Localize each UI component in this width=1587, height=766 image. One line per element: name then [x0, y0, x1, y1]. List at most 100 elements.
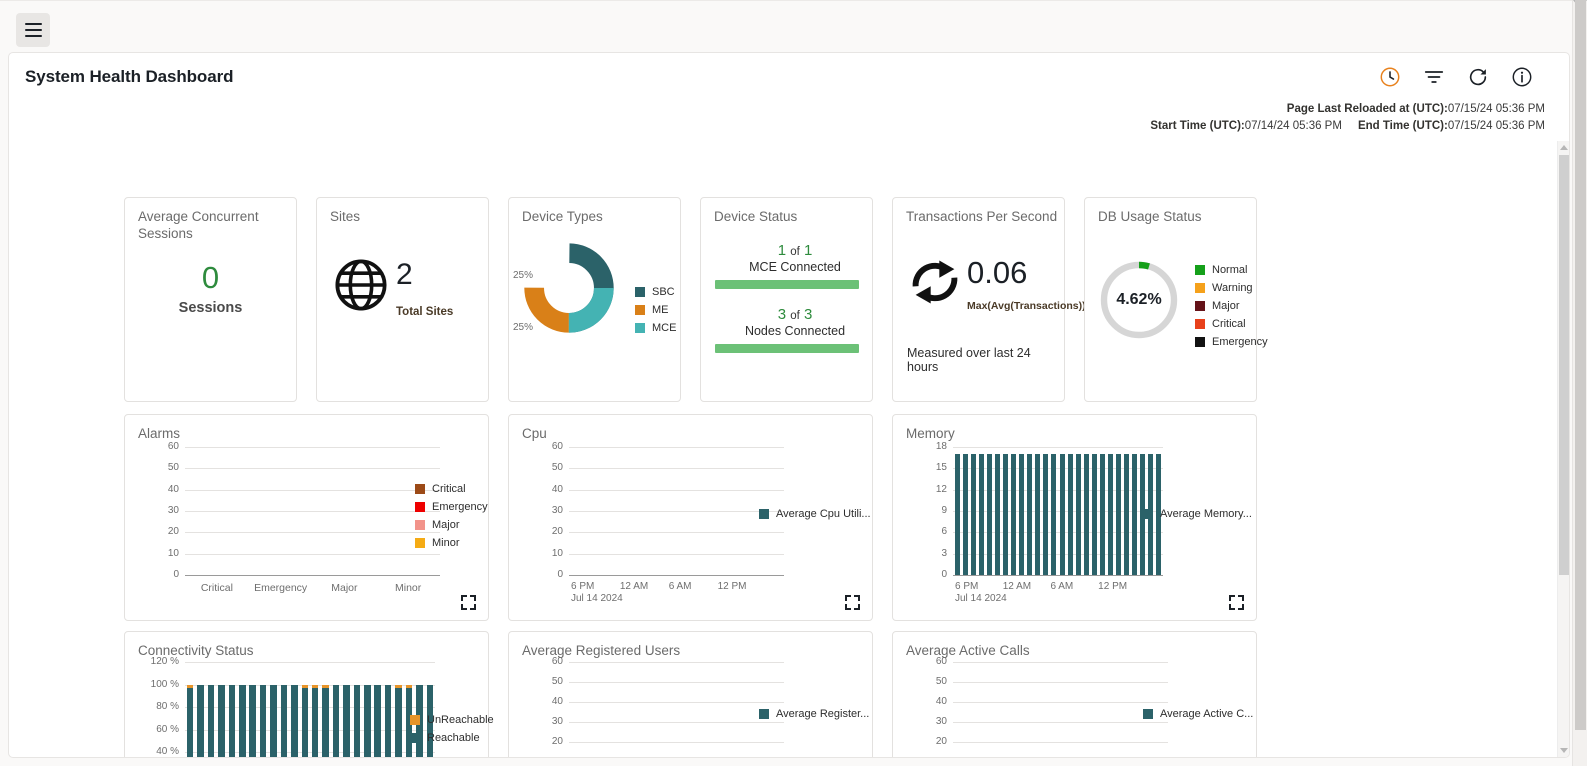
legend-label: Warning — [1212, 282, 1253, 294]
top-bar — [0, 0, 1578, 58]
chart-bar — [1067, 454, 1073, 575]
device-status-row-mce: 1 of 1 MCE Connected — [715, 242, 875, 289]
filter-icon[interactable] — [1423, 66, 1445, 88]
grid-line — [953, 742, 1168, 743]
y-axis-tick-label: 40 — [551, 483, 563, 495]
scroll-up-arrow[interactable] — [1560, 145, 1568, 150]
y-axis-tick-label: 30 — [551, 505, 563, 516]
clock-history-icon[interactable] — [1379, 66, 1401, 88]
chart-bar — [364, 684, 371, 757]
legend-swatch — [759, 509, 769, 519]
alarms-legend: Critical Emergency Major Minor — [415, 483, 488, 555]
legend-swatch — [759, 709, 769, 719]
chart-bar — [1011, 454, 1017, 575]
legend-label: Major — [1212, 300, 1240, 312]
grid-line — [569, 575, 784, 576]
legend-swatch — [1143, 709, 1153, 719]
expand-icon[interactable] — [461, 595, 476, 610]
chart-bar — [1027, 454, 1033, 575]
y-axis-tick-label: 30 — [935, 716, 947, 727]
hamburger-icon[interactable] — [16, 13, 50, 47]
legend-label: Reachable — [427, 732, 480, 744]
chart-bar — [311, 687, 319, 757]
legend-swatch — [415, 484, 425, 494]
chart-bar — [1107, 454, 1113, 575]
card-alarms[interactable]: Alarms 0 10 20 30 40 50 60 Critical Emergency Maj… — [124, 414, 489, 621]
y-axis-tick-label: 40 — [551, 696, 563, 707]
content-scrollbar[interactable] — [1557, 141, 1569, 757]
expand-icon[interactable] — [845, 595, 860, 610]
card-db-usage-status[interactable]: DB Usage Status 4.62% Normal Warning Maj… — [1084, 197, 1268, 402]
start-time-label: Start Time (UTC): — [1150, 120, 1245, 132]
card-average-concurrent-sessions[interactable]: Average Concurrent Sessions 0 Sessions — [124, 197, 297, 402]
chart-bar — [218, 684, 225, 757]
card-sites[interactable]: Sites 2 Total Sites — [316, 197, 489, 402]
legend-item: Normal — [1195, 264, 1268, 276]
grid-line — [185, 575, 440, 576]
cpu-legend: Average Cpu Utili... — [759, 508, 871, 526]
legend-label: Critical — [432, 483, 466, 495]
y-axis-tick-label: 40 — [167, 483, 179, 495]
sites-unit: Total Sites — [396, 306, 454, 318]
page-scrollbar-thumb[interactable] — [1575, 0, 1586, 730]
legend-item: Major — [1195, 300, 1268, 312]
legend-item: ME — [635, 304, 676, 316]
grid-line — [569, 532, 784, 534]
chart-bar — [1116, 454, 1122, 575]
chart-bar — [954, 454, 960, 575]
legend-label: Normal — [1212, 264, 1248, 276]
card-memory[interactable]: Memory 0 3 6 9 12 15 18 6 PM 12 AM 6 AM 12 PM Jul 1… — [892, 414, 1257, 621]
chart-bar — [1035, 454, 1041, 575]
mce-connected-bar — [715, 280, 859, 289]
card-connectivity-status[interactable]: Connectivity Status 20 %40 %60 %80 %100 … — [124, 631, 494, 757]
y-axis-tick-label: 60 % — [156, 723, 179, 735]
grid-line — [185, 447, 440, 448]
grid-line — [185, 511, 440, 512]
legend-swatch — [1143, 509, 1153, 519]
chart-bar — [280, 684, 288, 757]
sessions-unit: Sessions — [178, 300, 243, 316]
chart-bar — [239, 684, 246, 757]
card-average-active-calls[interactable]: Average Active Calls 102030405060 Averag… — [892, 631, 1257, 757]
legend-swatch — [635, 323, 645, 333]
chart-bar — [1019, 454, 1025, 575]
page-scrollbar[interactable] — [1572, 0, 1587, 766]
y-axis-tick-label: 10 — [551, 547, 563, 559]
card-average-registered-users[interactable]: Average Registered Users 102030405060 Av… — [508, 631, 873, 757]
registered-users-legend: Average Register... — [759, 708, 869, 726]
grid-line — [569, 447, 784, 448]
mce-connected-total: 1 — [803, 242, 813, 259]
card-title: Transactions Per Second — [906, 209, 1058, 224]
grid-line — [185, 553, 440, 555]
y-axis-tick-label: 40 % — [156, 746, 179, 757]
chart-bar — [970, 454, 976, 575]
chart-bar — [270, 684, 277, 757]
y-axis-tick-label: 20 — [167, 526, 179, 538]
chart-bar — [291, 684, 298, 757]
info-icon[interactable] — [1511, 66, 1533, 88]
legend-swatch — [1195, 301, 1205, 311]
page-last-reloaded-label: Page Last Reloaded at (UTC): — [1286, 103, 1448, 115]
scroll-down-arrow[interactable] — [1560, 748, 1568, 753]
legend-item: Major — [415, 519, 488, 531]
card-device-types[interactable]: Device Types 25% 25% SBC ME MCE — [508, 197, 681, 402]
card-device-status[interactable]: Device Status 1 of 1 MCE Connected 3 of … — [700, 197, 873, 402]
y-axis-tick-label: 50 — [935, 676, 947, 687]
x-axis-time-label: 6 AM — [668, 581, 692, 592]
expand-icon[interactable] — [1229, 595, 1244, 610]
y-axis-tick-label: 3 — [941, 547, 947, 559]
x-axis-time-label: 6 AM — [1050, 581, 1074, 592]
x-axis-time-label: 6 PM — [571, 581, 595, 592]
card-cpu[interactable]: Cpu 0 10 20 30 40 50 60 6 PM 12 AM 6 AM 12 PM Jul 1… — [508, 414, 873, 621]
active-calls-chart: 10 20 30 40 50 60 — [893, 632, 1256, 757]
y-axis-tick-label: 9 — [941, 505, 947, 516]
refresh-icon[interactable] — [1467, 66, 1489, 88]
legend-label: Minor — [432, 537, 460, 549]
legend-label: SBC — [652, 286, 675, 298]
start-time-value: 07/14/24 05:36 PM — [1244, 120, 1342, 132]
legend-label: Major — [432, 519, 460, 531]
card-title: Average Concurrent Sessions — [138, 209, 259, 241]
nodes-connected-of: of — [790, 310, 800, 322]
scrollbar-thumb[interactable] — [1559, 155, 1569, 575]
card-transactions-per-second[interactable]: Transactions Per Second 0.06 Max(Avg(Tra… — [892, 197, 1086, 402]
